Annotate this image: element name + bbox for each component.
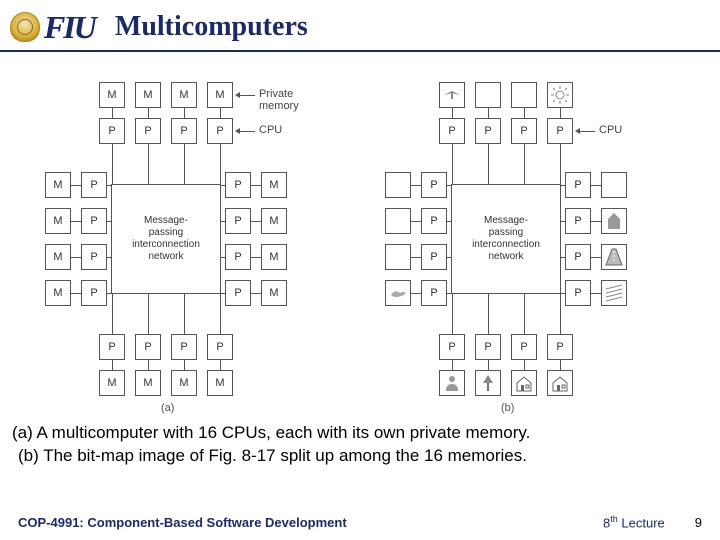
cpu-box: P: [439, 334, 465, 360]
cpu-box: P: [565, 208, 591, 234]
cpu-box: P: [81, 172, 107, 198]
cpu-box: P: [421, 172, 447, 198]
cpu-box: P: [135, 118, 161, 144]
bird-icon: [388, 283, 408, 303]
memory-box: M: [261, 280, 287, 306]
image-tile-box: [385, 280, 411, 306]
memory-box: M: [45, 172, 71, 198]
sun-icon: [550, 85, 570, 105]
arrow-icon: [237, 131, 255, 132]
image-tile-box: [601, 280, 627, 306]
memory-box: M: [171, 82, 197, 108]
memory-box: M: [207, 82, 233, 108]
arrow-icon: [237, 95, 255, 96]
memory-box: M: [261, 208, 287, 234]
image-tile-box: [385, 208, 411, 234]
cpu-box: P: [207, 334, 233, 360]
cpu-box: P: [475, 118, 501, 144]
airplane-icon: [442, 85, 462, 105]
cpu-box: P: [511, 334, 537, 360]
footer-lecture: 8th Lecture: [603, 514, 665, 530]
cpu-box: P: [207, 118, 233, 144]
cpu-box: P: [171, 118, 197, 144]
slide-footer: COP-4991: Component-Based Software Devel…: [0, 514, 720, 530]
cpu-box: P: [135, 334, 161, 360]
memory-box: M: [261, 172, 287, 198]
image-tile-box: [385, 172, 411, 198]
person-icon: [442, 373, 462, 393]
diagram-b: P P P P P P P P P P P P P P P: [385, 82, 675, 412]
cpu-box: P: [81, 280, 107, 306]
cpu-box: P: [81, 244, 107, 270]
label-cpu: CPU: [599, 124, 622, 136]
image-tile-box: [439, 370, 465, 396]
cpu-box: P: [547, 334, 573, 360]
road-icon: [604, 247, 624, 267]
cpu-box: P: [475, 334, 501, 360]
cpu-box: P: [171, 334, 197, 360]
cpu-box: P: [565, 172, 591, 198]
memory-box: M: [99, 82, 125, 108]
slide-title: Multicomputers: [115, 11, 308, 43]
cpu-box: P: [547, 118, 573, 144]
memory-box: M: [261, 244, 287, 270]
memory-box: M: [135, 82, 161, 108]
cpu-box: P: [421, 280, 447, 306]
cpu-box: P: [99, 334, 125, 360]
memory-box: M: [45, 208, 71, 234]
building-icon: [604, 211, 624, 231]
image-tile-box: [601, 172, 627, 198]
cpu-box: P: [565, 280, 591, 306]
university-crest-icon: [10, 12, 40, 42]
fiu-logo: FIU: [44, 9, 95, 46]
arrow-icon: [577, 131, 595, 132]
image-tile-box: [547, 370, 573, 396]
page-number: 9: [695, 515, 702, 530]
cpu-box: P: [511, 118, 537, 144]
footer-course: COP-4991: Component-Based Software Devel…: [18, 515, 347, 530]
memory-box: M: [171, 370, 197, 396]
diagram-a: M M M M P P P P M P M P M P M P P M P M …: [45, 82, 335, 412]
interconnection-network: Message- passing interconnection network: [111, 184, 221, 294]
memory-box: M: [99, 370, 125, 396]
image-tile-box: [511, 370, 537, 396]
cpu-box: P: [565, 244, 591, 270]
cpu-box: P: [225, 280, 251, 306]
image-tile-box: [511, 82, 537, 108]
image-tile-box: [601, 208, 627, 234]
image-tile-box: [385, 244, 411, 270]
label-private-memory: Private memory: [259, 88, 335, 112]
field-icon: [604, 283, 624, 303]
cpu-box: P: [99, 118, 125, 144]
caption-b: (b) The bit-map image of Fig. 8-17 split…: [12, 445, 708, 468]
image-tile-box: [601, 244, 627, 270]
diagram-area: M M M M P P P P M P M P M P M P P M P M …: [0, 52, 720, 422]
interconnection-network: Message- passing interconnection network: [451, 184, 561, 294]
house-icon: [550, 373, 570, 393]
memory-box: M: [135, 370, 161, 396]
cpu-box: P: [81, 208, 107, 234]
cpu-box: P: [225, 208, 251, 234]
image-tile-box: [475, 82, 501, 108]
memory-box: M: [207, 370, 233, 396]
label-cpu: CPU: [259, 124, 282, 136]
tree-icon: [478, 373, 498, 393]
cpu-box: P: [421, 208, 447, 234]
caption-block: (a) A multicomputer with 16 CPUs, each w…: [0, 422, 720, 468]
image-tile-box: [475, 370, 501, 396]
cpu-box: P: [439, 118, 465, 144]
cpu-box: P: [421, 244, 447, 270]
memory-box: M: [45, 280, 71, 306]
diagram-sublabel-b: (b): [501, 402, 514, 414]
cpu-box: P: [225, 172, 251, 198]
image-tile-box: [439, 82, 465, 108]
memory-box: M: [45, 244, 71, 270]
diagram-sublabel-a: (a): [161, 402, 174, 414]
house-icon: [514, 373, 534, 393]
cpu-box: P: [225, 244, 251, 270]
caption-a: (a) A multicomputer with 16 CPUs, each w…: [12, 422, 708, 445]
slide-header: FIU Multicomputers: [0, 0, 720, 52]
image-tile-box: [547, 82, 573, 108]
